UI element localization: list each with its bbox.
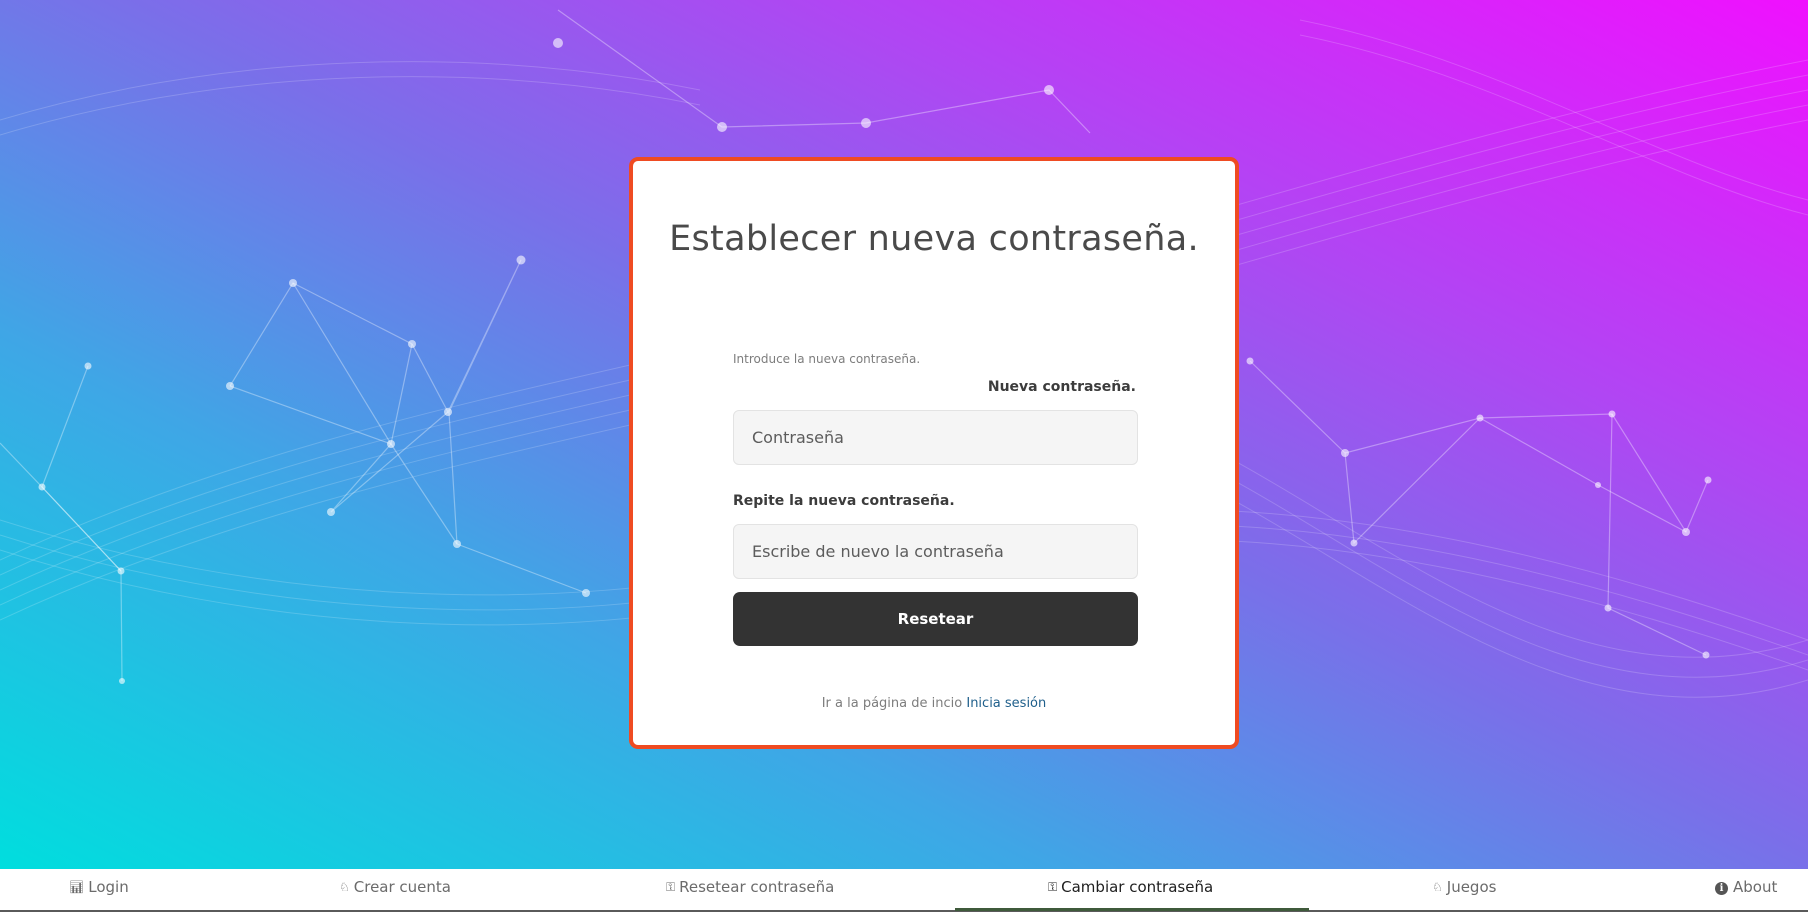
login-prompt: Ir a la página de incio Inicia sesión [633,696,1235,711]
key-icon: ⚿ [1048,880,1058,894]
login-link[interactable]: Inicia sesión [966,696,1046,711]
puzzle-icon: ♘ [1432,880,1443,894]
nav-item-label: Login [88,878,129,896]
new-password-label: Nueva contraseña. [987,379,1136,395]
page-title: Establecer nueva contraseña. [669,219,1199,259]
nav-item-resetear-contrasena[interactable]: ⚿ Resetear contraseña [666,869,834,910]
new-password-input[interactable] [733,410,1138,465]
intro-text: Introduce la nueva contraseña. [733,352,921,366]
nav-item-login[interactable]: 📊︎ Login [69,869,129,910]
repeat-password-label: Repite la nueva contraseña. [733,493,955,509]
reset-button[interactable]: Resetear [733,592,1138,646]
nav-item-label: Crear cuenta [353,878,451,896]
nav-item-about[interactable]: i About [1715,869,1777,910]
nav-item-juegos[interactable]: ♘ Juegos [1432,869,1496,910]
active-tab-indicator [955,908,1309,911]
bottom-nav: 📊︎ Login ♘ Crear cuenta ⚿ Resetear contrase… [0,869,1808,912]
repeat-password-input[interactable] [733,524,1138,579]
nav-item-label: Resetear contraseña [679,878,835,896]
login-prompt-text: Ir a la página de incio [821,696,963,711]
key-icon: ⚿ [666,880,676,894]
chart-icon: 📊︎ [69,880,85,894]
nav-item-label: About [1733,878,1778,896]
nav-item-crear-cuenta[interactable]: ♘ Crear cuenta [339,869,451,910]
info-icon: i [1715,882,1728,895]
nav-item-label: Cambiar contraseña [1061,878,1214,896]
puzzle-icon: ♘ [339,880,350,894]
nav-item-cambiar-contrasena[interactable]: ⚿ Cambiar contraseña [1048,869,1213,910]
nav-item-label: Juegos [1446,878,1497,896]
reset-password-card: Establecer nueva contraseña. Introduce l… [629,157,1239,749]
